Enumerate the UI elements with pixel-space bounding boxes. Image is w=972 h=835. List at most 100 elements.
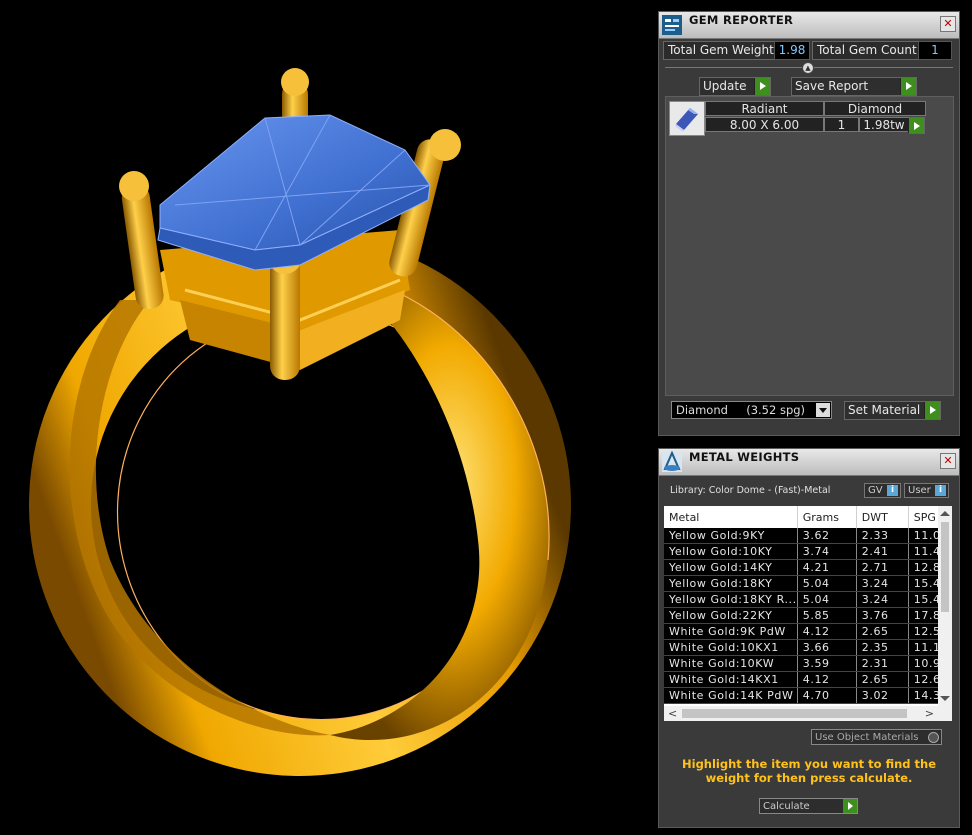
dwt-cell: 3.02 [856, 687, 909, 704]
total-gem-weight-value: 1.98 [774, 41, 810, 60]
table-row[interactable]: White Gold:10KW 3.59 2.31 10.99 [664, 655, 952, 672]
scrollbar-thumb[interactable] [941, 522, 949, 612]
info-icon: i [887, 485, 898, 496]
total-gem-count-label: Total Gem Count [812, 41, 923, 60]
library-label: Library: Color Dome - (Fast)-Metal [670, 485, 831, 496]
table-row[interactable]: White Gold:14K PdW 4.70 3.02 14.37 [664, 687, 952, 704]
scroll-up-icon[interactable] [940, 511, 950, 516]
grams-cell: 4.12 [797, 623, 857, 640]
save-report-button[interactable]: Save Report [791, 77, 917, 96]
grams-cell: 5.04 [797, 575, 857, 592]
grams-cell: 3.74 [797, 543, 857, 560]
column-header-dwt[interactable]: DWT [856, 506, 909, 528]
grams-cell: 3.62 [797, 528, 857, 544]
metal-name-cell: White Gold:10KW [664, 655, 798, 672]
use-object-materials-toggle[interactable]: Use Object Materials [811, 729, 942, 745]
gv-toggle[interactable]: GV i [864, 483, 901, 498]
horizontal-scrollbar[interactable]: < > [664, 706, 952, 721]
total-gem-weight-label: Total Gem Weight [663, 41, 780, 60]
dwt-cell: 2.33 [856, 528, 909, 544]
gem-cut: Radiant [705, 101, 824, 116]
gem-thumbnail-icon [669, 101, 705, 136]
metal-name-cell: Yellow Gold:18KY [664, 575, 798, 592]
table-row[interactable]: Yellow Gold:22KY 5.85 3.76 17.89 [664, 607, 952, 624]
table-row[interactable]: White Gold:10KX1 3.66 2.35 11.18 [664, 639, 952, 656]
panel-title: GEM REPORTER [689, 13, 794, 27]
gem-size: 8.00 X 6.00 [705, 117, 824, 132]
vertical-scrollbar[interactable] [938, 506, 952, 706]
metal-weights-titlebar[interactable]: METAL WEIGHTS ✕ [659, 449, 959, 476]
metal-name-cell: White Gold:9K PdW [664, 623, 798, 640]
dwt-cell: 2.65 [856, 623, 909, 640]
user-label: User [908, 485, 931, 496]
metal-name-cell: White Gold:14K PdW [664, 687, 798, 704]
update-label: Update [703, 79, 747, 93]
set-material-button[interactable]: Set Material [844, 401, 941, 420]
ring-render [29, 68, 571, 776]
column-header-metal[interactable]: Metal [664, 506, 798, 528]
dwt-cell: 2.31 [856, 655, 909, 672]
gem-weight: 1.98tw [859, 117, 909, 132]
close-icon[interactable]: ✕ [940, 16, 956, 32]
grams-cell: 5.04 [797, 591, 857, 608]
play-arrow-icon [843, 799, 857, 813]
table-row[interactable]: White Gold:9K PdW 4.12 2.65 12.59 [664, 623, 952, 640]
material-select[interactable]: Diamond (3.52 spg) [671, 401, 832, 419]
panel-title: METAL WEIGHTS [689, 450, 800, 464]
user-toggle[interactable]: User i [904, 483, 949, 498]
table-row[interactable]: Yellow Gold:14KY 4.21 2.71 12.88 [664, 559, 952, 576]
3d-viewport[interactable] [0, 0, 655, 835]
column-header-grams[interactable]: Grams [797, 506, 857, 528]
metal-weights-icon [662, 451, 682, 472]
scroll-down-icon[interactable] [940, 696, 950, 701]
grams-cell: 4.70 [797, 687, 857, 704]
close-icon[interactable]: ✕ [940, 453, 956, 469]
use-object-materials-label: Use Object Materials [815, 732, 919, 743]
set-material-label: Set Material [848, 403, 921, 417]
table-row[interactable]: White Gold:14KX1 4.12 2.65 12.61 [664, 671, 952, 688]
dwt-cell: 2.65 [856, 671, 909, 688]
grams-cell: 3.66 [797, 639, 857, 656]
material-select-value: Diamond (3.52 spg) [676, 403, 806, 417]
gem-detail-button[interactable] [908, 117, 925, 134]
scrollbar-thumb[interactable] [682, 709, 907, 718]
play-arrow-icon [908, 118, 924, 133]
gem-list-item[interactable]: Radiant Diamond 8.00 X 6.00 1 1.98tw [669, 101, 931, 136]
metal-name-cell: Yellow Gold:10KY [664, 543, 798, 560]
table-row[interactable]: Yellow Gold:9KY 3.62 2.33 11.08 [664, 528, 952, 544]
chevron-down-icon [816, 403, 830, 417]
calculate-button[interactable]: Calculate [759, 798, 858, 814]
info-icon: i [935, 485, 946, 496]
gem-list: Radiant Diamond 8.00 X 6.00 1 1.98tw [665, 96, 954, 396]
table-row[interactable]: Yellow Gold:10KY 3.74 2.41 11.45 [664, 543, 952, 560]
metal-name-cell: Yellow Gold:9KY [664, 528, 798, 544]
play-arrow-icon [924, 402, 940, 419]
table-row[interactable]: Yellow Gold:18KY 5.04 3.24 15.41 [664, 575, 952, 592]
calculate-label: Calculate [763, 801, 810, 812]
gem-type: Diamond [824, 101, 926, 116]
scroll-right-icon[interactable]: > [925, 708, 934, 719]
gem-reporter-icon [662, 15, 682, 35]
update-button[interactable]: Update [699, 77, 771, 96]
dwt-cell: 2.35 [856, 639, 909, 656]
metal-name-cell: Yellow Gold:14KY [664, 559, 798, 576]
instruction-text: Highlight the item you want to find the … [682, 757, 936, 785]
grams-cell: 4.21 [797, 559, 857, 576]
grams-cell: 5.85 [797, 607, 857, 624]
total-gem-count-value: 1 [918, 41, 952, 60]
metal-name-cell: Yellow Gold:22KY [664, 607, 798, 624]
metal-weights-panel: METAL WEIGHTS ✕ Library: Color Dome - (F… [658, 448, 960, 828]
gem-reporter-panel: GEM REPORTER ✕ Total Gem Weight 1.98 Tot… [658, 11, 960, 436]
dwt-cell: 3.24 [856, 575, 909, 592]
gem-qty: 1 [824, 117, 859, 132]
grams-cell: 3.59 [797, 655, 857, 672]
metal-name-cell: Yellow Gold:18KY R... [664, 591, 798, 608]
table-row[interactable]: Yellow Gold:18KY R... 5.04 3.24 15.41 [664, 591, 952, 608]
gv-label: GV [868, 485, 883, 496]
splitter-handle[interactable]: ▲ [802, 62, 814, 74]
radio-icon [928, 732, 939, 743]
dwt-cell: 2.41 [856, 543, 909, 560]
dwt-cell: 3.76 [856, 607, 909, 624]
scroll-left-icon[interactable]: < [668, 708, 677, 719]
gem-reporter-titlebar[interactable]: GEM REPORTER ✕ [659, 12, 959, 39]
